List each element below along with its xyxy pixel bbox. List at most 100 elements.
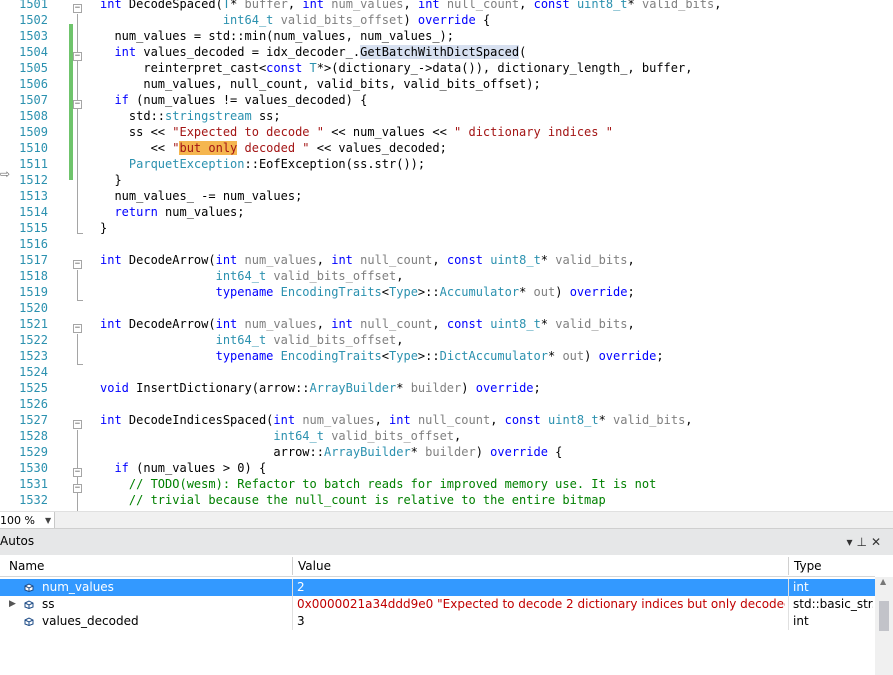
code-text[interactable]: ss << "Expected to decode " << num_value… — [100, 124, 613, 140]
code-text[interactable]: // trivial because the null_count is rel… — [100, 492, 606, 508]
code-line[interactable]: 1505 reinterpret_cast<const T*>(dictiona… — [0, 60, 893, 76]
code-line[interactable]: 1509 ss << "Expected to decode " << num_… — [0, 124, 893, 140]
close-icon[interactable]: ✕ — [871, 535, 885, 549]
code-line[interactable]: 1531 // TODO(wesm): Refactor to batch re… — [0, 476, 893, 492]
code-line[interactable]: 1503 num_values = std::min(num_values, n… — [0, 28, 893, 44]
line-number: 1507 — [19, 93, 48, 107]
code-text[interactable]: arrow::ArrayBuilder* builder) override { — [100, 444, 562, 460]
code-line[interactable]: 1518 int64_t valid_bits_offset, — [0, 268, 893, 284]
code-line[interactable]: 1512 } — [0, 172, 893, 188]
code-text[interactable]: // TODO(wesm): Refactor to batch reads f… — [100, 476, 656, 492]
code-line[interactable]: 1522 int64_t valid_bits_offset, — [0, 332, 893, 348]
code-text[interactable]: int64_t valid_bits_offset, — [100, 332, 404, 348]
code-text[interactable]: << "but only decoded " << values_decoded… — [100, 140, 447, 156]
code-line[interactable]: 1501 int DecodeSpaced(T* buffer, int num_… — [0, 0, 893, 12]
line-number: 1510 — [19, 141, 48, 155]
code-line[interactable]: 1516 — [0, 236, 893, 252]
code-text[interactable]: } — [100, 172, 121, 188]
code-text[interactable]: num_values_ -= num_values; — [100, 188, 302, 204]
code-line[interactable]: 1515} — [0, 220, 893, 236]
panel-dropdown-icon[interactable]: ▾ — [846, 535, 856, 549]
column-header-value[interactable]: Value — [298, 557, 331, 575]
code-line[interactable]: 1508 std::stringstream ss; — [0, 108, 893, 124]
code-text[interactable]: std::stringstream ss; — [100, 108, 281, 124]
code-text[interactable]: ParquetException::EofException(ss.str())… — [100, 156, 425, 172]
table-row[interactable]: values_decoded 3 int — [0, 613, 875, 630]
code-text[interactable]: num_values = std::min(num_values, num_va… — [100, 28, 454, 44]
code-text[interactable]: int DecodeIndicesSpaced(int num_values, … — [100, 412, 693, 428]
line-number: 1513 — [19, 189, 48, 203]
code-line[interactable]: 1526 — [0, 396, 893, 412]
vertical-scrollbar[interactable]: ▲ — [875, 577, 893, 675]
line-number: 1518 — [19, 269, 48, 283]
table-row[interactable]: ▶ ss 0x0000021a34ddd9e0 "Expected to dec… — [0, 596, 875, 613]
code-text[interactable]: void InsertDictionary(arrow::ArrayBuilde… — [100, 380, 541, 396]
code-line[interactable]: 1517 int DecodeArrow(int num_values, int … — [0, 252, 893, 268]
code-text[interactable]: } — [100, 220, 107, 236]
code-line[interactable]: 1524 — [0, 364, 893, 380]
line-number: 1505 — [19, 61, 48, 75]
code-text[interactable]: int64_t valid_bits_offset) override { — [100, 12, 490, 28]
line-number: 1523 — [19, 349, 48, 363]
code-line[interactable]: 1506 num_values, null_count, valid_bits,… — [0, 76, 893, 92]
zoom-level: 100 % — [0, 514, 35, 527]
code-line[interactable]: 1529 arrow::ArrayBuilder* builder) overr… — [0, 444, 893, 460]
code-text[interactable]: return num_values; — [100, 204, 244, 220]
autos-panel-header: Autos ▾⊥✕ — [0, 529, 893, 555]
code-line[interactable]: 1514 return num_values; — [0, 204, 893, 220]
variable-value[interactable]: 3 — [297, 613, 785, 630]
column-header-type[interactable]: Type — [794, 557, 822, 575]
code-editor[interactable]: − − − − − − − − ⇨ 1501 int DecodeSpaced(T… — [0, 0, 893, 511]
variable-icon — [24, 583, 34, 592]
code-text[interactable]: if (num_values != values_decoded) { — [100, 92, 367, 108]
line-number: 1503 — [19, 29, 48, 43]
line-number: 1532 — [19, 493, 48, 507]
table-row[interactable]: num_values 2 int — [0, 579, 875, 596]
column-header-name[interactable]: Name — [9, 557, 44, 575]
header-divider — [0, 576, 875, 577]
code-text[interactable]: int64_t valid_bits_offset, — [100, 428, 461, 444]
code-line[interactable]: 1530 if (num_values > 0) { — [0, 460, 893, 476]
code-line[interactable]: 1504 int values_decoded = idx_decoder_.G… — [0, 44, 893, 60]
code-line[interactable]: 1507 if (num_values != values_decoded) { — [0, 92, 893, 108]
code-line[interactable]: 1527 int DecodeIndicesSpaced(int num_valu… — [0, 412, 893, 428]
zoom-dropdown[interactable]: 100 % ▼ — [0, 512, 55, 528]
line-number: 1521 — [19, 317, 48, 331]
code-line[interactable]: 1528 int64_t valid_bits_offset, — [0, 428, 893, 444]
code-line[interactable]: 1523 typename EncodingTraits<Type>::Dict… — [0, 348, 893, 364]
scroll-up-icon[interactable]: ▲ — [880, 577, 886, 586]
variable-value[interactable]: 2 — [297, 579, 785, 596]
code-line[interactable]: 1520 — [0, 300, 893, 316]
line-number: 1529 — [19, 445, 48, 459]
code-text[interactable]: int DecodeArrow(int num_values, int null… — [100, 316, 635, 332]
code-text[interactable]: int64_t valid_bits_offset, — [100, 268, 404, 284]
code-line[interactable]: 1510 << "but only decoded " << values_de… — [0, 140, 893, 156]
pin-icon[interactable]: ⊥ — [856, 535, 870, 549]
variable-value[interactable]: 0x0000021a34ddd9e0 "Expected to decode 2… — [297, 596, 785, 613]
code-text[interactable]: int values_decoded = idx_decoder_.GetBat… — [100, 44, 526, 60]
line-number: 1514 — [19, 205, 48, 219]
code-line[interactable]: 1525 void InsertDictionary(arrow::ArrayBu… — [0, 380, 893, 396]
code-text[interactable]: num_values, null_count, valid_bits, vali… — [100, 76, 540, 92]
line-number: 1506 — [19, 77, 48, 91]
line-number: 1528 — [19, 429, 48, 443]
line-number: 1531 — [19, 477, 48, 491]
code-text[interactable]: reinterpret_cast<const T*>(dictionary_->… — [100, 60, 692, 76]
expand-arrow-icon[interactable]: ▶ — [9, 596, 16, 613]
code-line[interactable]: 1519 typename EncodingTraits<Type>::Accu… — [0, 284, 893, 300]
scrollbar-thumb[interactable] — [879, 601, 889, 631]
code-text[interactable]: int DecodeArrow(int num_values, int null… — [100, 252, 635, 268]
code-line[interactable]: 1521 int DecodeArrow(int num_values, int … — [0, 316, 893, 332]
variable-icon — [24, 617, 34, 626]
code-line[interactable]: 1511 ParquetException::EofException(ss.s… — [0, 156, 893, 172]
code-text[interactable]: typename EncodingTraits<Type>::DictAccum… — [100, 348, 664, 364]
code-line[interactable]: 1513 num_values_ -= num_values; — [0, 188, 893, 204]
code-text[interactable]: typename EncodingTraits<Type>::Accumulat… — [100, 284, 635, 300]
code-line[interactable]: 1532 // trivial because the null_count i… — [0, 492, 893, 508]
column-separator[interactable] — [788, 557, 789, 575]
variable-name: values_decoded — [42, 614, 139, 628]
code-text[interactable]: if (num_values > 0) { — [100, 460, 266, 476]
code-text[interactable]: int DecodeSpaced(T* buffer, int num_valu… — [100, 0, 721, 12]
code-line[interactable]: 1502 int64_t valid_bits_offset) override… — [0, 12, 893, 28]
column-separator[interactable] — [292, 557, 293, 575]
